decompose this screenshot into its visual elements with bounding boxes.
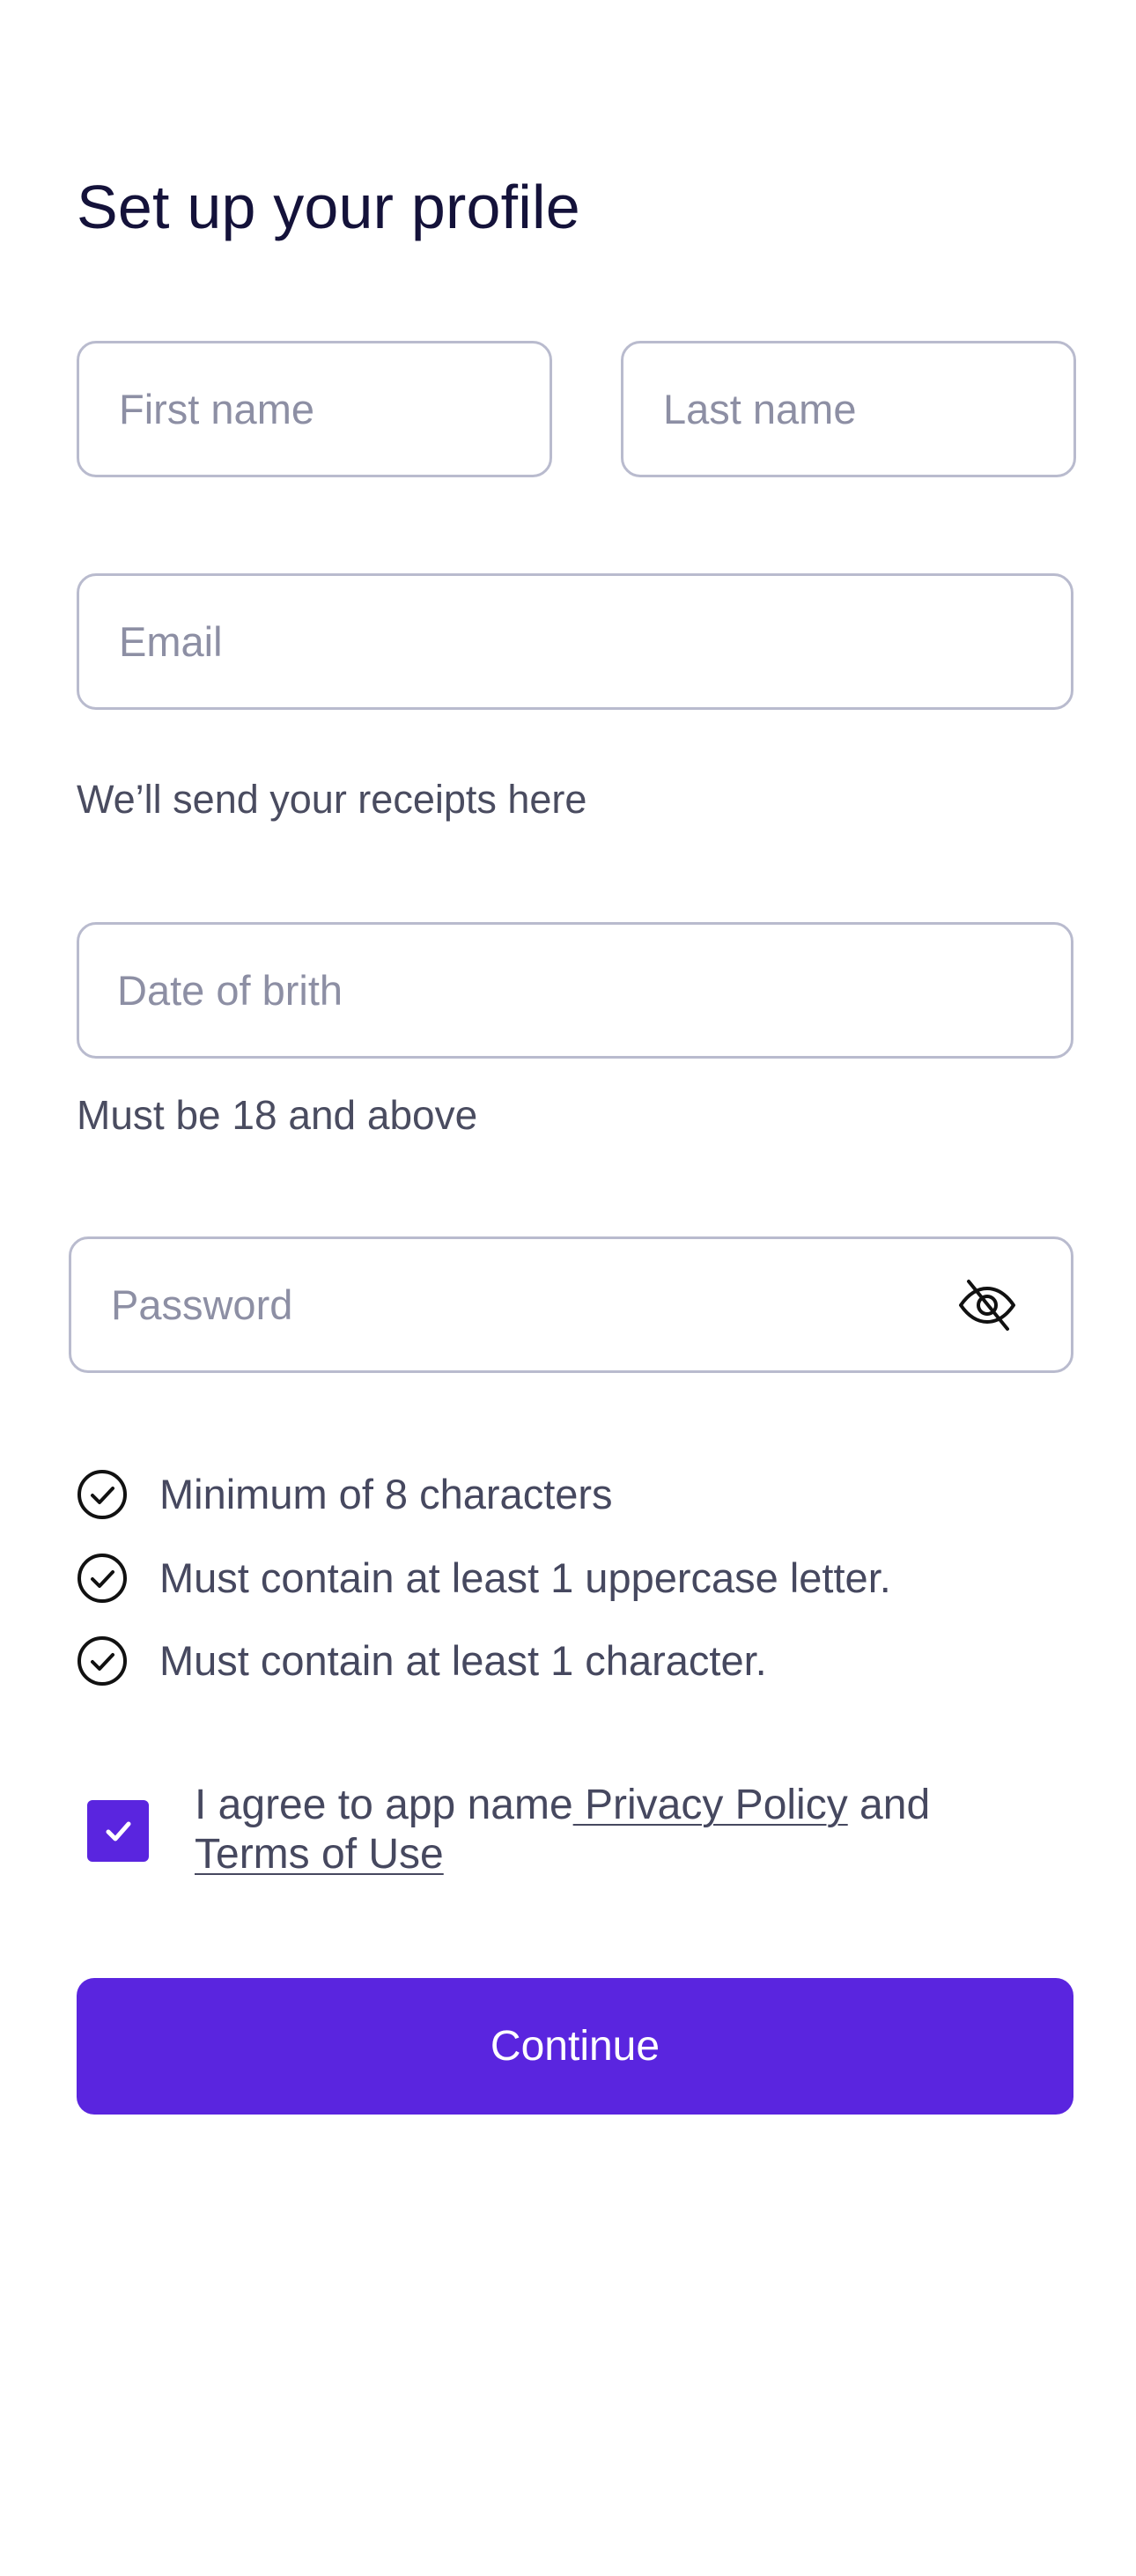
- privacy-policy-link[interactable]: Privacy Policy: [573, 1782, 848, 1828]
- email-field[interactable]: Email: [77, 573, 1073, 710]
- password-placeholder: Password: [111, 1281, 293, 1328]
- consent-checkbox[interactable]: [87, 1800, 149, 1862]
- first-name-placeholder: First name: [119, 386, 314, 432]
- check-circle-icon: [77, 1469, 128, 1520]
- consent-text: I agree to app name Privacy Policy and T…: [195, 1781, 1040, 1879]
- password-rule-label: Must contain at least 1 character.: [159, 1637, 767, 1684]
- password-rule-item: Minimum of 8 characters: [77, 1468, 613, 1521]
- password-rule-item: Must contain at least 1 character.: [77, 1635, 767, 1687]
- page-title: Set up your profile: [77, 173, 580, 241]
- first-name-field[interactable]: First name: [77, 341, 552, 477]
- eye-off-icon[interactable]: [956, 1274, 1018, 1336]
- date-of-birth-placeholder: Date of brith: [117, 967, 343, 1014]
- date-of-birth-field[interactable]: Date of brith: [77, 922, 1073, 1059]
- continue-button[interactable]: Continue: [77, 1978, 1073, 2115]
- last-name-field[interactable]: Last name: [621, 341, 1076, 477]
- email-helper-text: We’ll send your receipts here: [77, 777, 587, 822]
- password-field[interactable]: Password: [69, 1236, 1073, 1373]
- password-rule-label: Minimum of 8 characters: [159, 1471, 613, 1517]
- check-circle-icon: [77, 1635, 128, 1687]
- check-circle-icon: [77, 1553, 128, 1604]
- email-placeholder: Email: [119, 618, 223, 665]
- password-rule-item: Must contain at least 1 uppercase letter…: [77, 1552, 891, 1605]
- terms-of-use-link[interactable]: Terms of Use: [195, 1831, 444, 1878]
- checkmark-icon: [106, 1821, 131, 1842]
- password-rule-label: Must contain at least 1 uppercase letter…: [159, 1554, 891, 1601]
- consent-text-middle: and: [847, 1782, 931, 1828]
- consent-text-before: I agree to app name: [195, 1782, 573, 1828]
- last-name-placeholder: Last name: [663, 386, 857, 432]
- date-of-birth-helper-text: Must be 18 and above: [77, 1092, 478, 1138]
